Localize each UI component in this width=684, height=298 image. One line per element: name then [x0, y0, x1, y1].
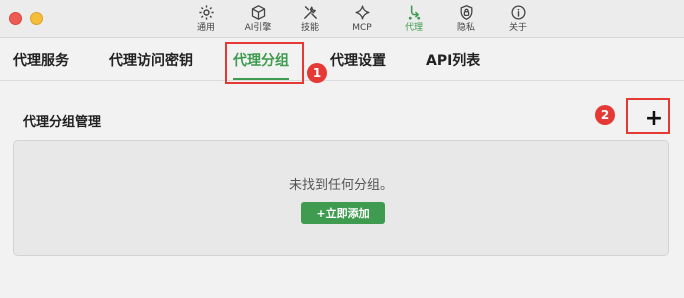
cube-icon	[251, 5, 265, 20]
tabs-divider	[0, 80, 684, 81]
section-title: 代理分组管理	[23, 115, 102, 130]
close-window-button[interactable]	[9, 12, 22, 25]
toolbar-item-label: 技能	[300, 23, 319, 33]
preferences-toolbar: 通用 AI引擎 技能 MCP 代理 隐私 关于	[180, 4, 544, 36]
annotation-badge-1: 1	[307, 63, 327, 83]
toolbar-item-label: MCP	[352, 23, 372, 33]
shield-icon	[460, 5, 472, 20]
gear-icon	[198, 5, 214, 20]
info-icon	[510, 5, 526, 20]
toolbar-item-about[interactable]: 关于	[492, 4, 544, 36]
toolbar-item-mcp[interactable]: MCP	[336, 4, 388, 36]
tab-proxy-access-keys[interactable]: 代理访问密钥	[109, 52, 193, 70]
toolbar-item-proxy[interactable]: 代理	[388, 4, 440, 36]
toolbar-item-label: 隐私	[456, 23, 475, 33]
toolbar-item-ai-engine[interactable]: AI引擎	[232, 4, 284, 36]
toolbar-item-label: 代理	[404, 23, 423, 33]
toolbar-item-label: 关于	[508, 23, 527, 33]
empty-state-message: 未找到任何分组。	[288, 178, 393, 193]
groups-list-panel: 未找到任何分组。 +立即添加	[13, 140, 669, 256]
toolbar-item-label: 通用	[196, 23, 215, 33]
toolbar-item-skills[interactable]: 技能	[284, 4, 336, 36]
annotation-box-2	[626, 98, 670, 134]
tab-bar: 代理服务 代理访问密钥 代理分组 代理设置 API列表	[0, 38, 684, 80]
sparkle-icon	[354, 5, 370, 20]
toolbar-item-privacy[interactable]: 隐私	[440, 4, 492, 36]
annotation-badge-2: 2	[595, 105, 615, 125]
minimize-window-button[interactable]	[30, 12, 43, 25]
toolbar-item-general[interactable]: 通用	[180, 4, 232, 36]
toolbar-item-label: AI引擎	[244, 23, 272, 33]
tools-icon	[303, 6, 317, 19]
add-now-button[interactable]: +立即添加	[301, 202, 385, 224]
tab-proxy-settings[interactable]: 代理设置	[330, 52, 386, 70]
title-bar: 通用 AI引擎 技能 MCP 代理 隐私 关于	[0, 0, 684, 38]
tab-proxy-service[interactable]: 代理服务	[13, 52, 69, 70]
annotation-box-1	[225, 42, 304, 84]
tab-api-list[interactable]: API列表	[426, 52, 480, 70]
proxy-icon	[408, 5, 420, 20]
